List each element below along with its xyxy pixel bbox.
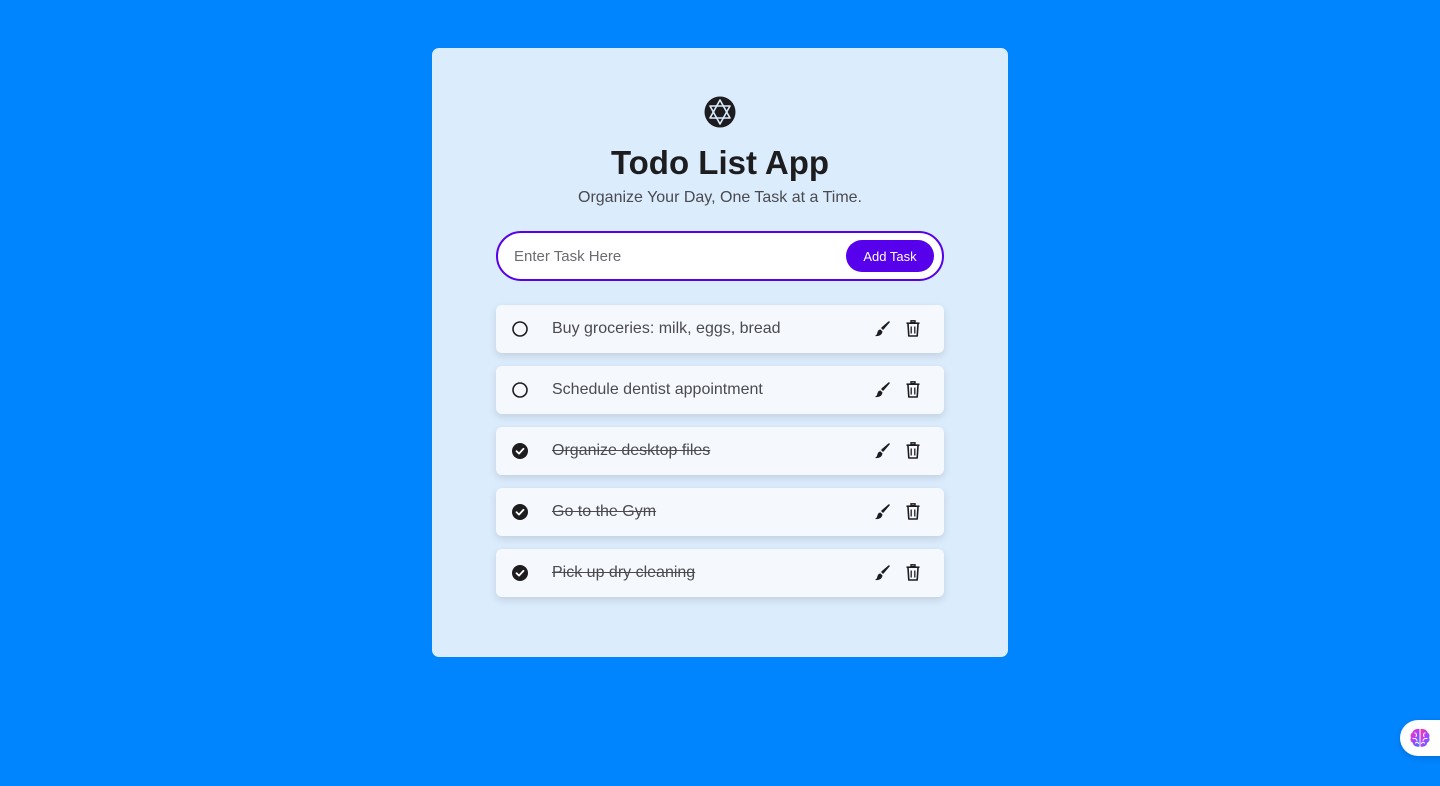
circle-icon[interactable] bbox=[512, 321, 528, 337]
trash-icon[interactable] bbox=[906, 381, 920, 398]
todo-card: Todo List App Organize Your Day, One Tas… bbox=[432, 48, 1008, 657]
paintbrush-icon[interactable] bbox=[874, 321, 890, 337]
assistant-button[interactable] bbox=[1400, 720, 1440, 756]
paintbrush-icon[interactable] bbox=[874, 504, 890, 520]
task-text: Go to the Gym bbox=[552, 503, 657, 520]
check-circle-icon[interactable] bbox=[512, 565, 528, 581]
task-text: Buy groceries: milk, eggs, bread bbox=[552, 320, 781, 337]
polyhedron-logo-icon bbox=[704, 96, 736, 128]
task-item: Schedule dentist appointment bbox=[496, 366, 944, 414]
circle-icon[interactable] bbox=[512, 382, 528, 398]
task-text: Schedule dentist appointment bbox=[552, 381, 763, 398]
task-input-container: Add Task bbox=[496, 231, 944, 281]
page-subtitle: Organize Your Day, One Task at a Time. bbox=[578, 189, 862, 206]
task-item: Organize desktop files bbox=[496, 427, 944, 475]
paintbrush-icon[interactable] bbox=[874, 382, 890, 398]
task-list: Buy groceries: milk, eggs, bread Schedul… bbox=[496, 305, 944, 610]
task-text: Organize desktop files bbox=[552, 442, 711, 459]
trash-icon[interactable] bbox=[906, 442, 920, 459]
paintbrush-icon[interactable] bbox=[874, 565, 890, 581]
trash-icon[interactable] bbox=[906, 564, 920, 581]
task-item: Pick up dry cleaning bbox=[496, 549, 944, 597]
task-text: Pick up dry cleaning bbox=[552, 564, 696, 581]
trash-icon[interactable] bbox=[906, 320, 920, 337]
task-item: Buy groceries: milk, eggs, bread bbox=[496, 305, 944, 353]
paintbrush-icon[interactable] bbox=[874, 443, 890, 459]
task-input[interactable] bbox=[514, 233, 834, 279]
task-item: Go to the Gym bbox=[496, 488, 944, 536]
page-title: Todo List App bbox=[610, 144, 830, 181]
brain-icon bbox=[1410, 728, 1430, 747]
trash-icon[interactable] bbox=[906, 503, 920, 520]
check-circle-icon[interactable] bbox=[512, 443, 528, 459]
check-circle-icon[interactable] bbox=[512, 504, 528, 520]
add-task-button[interactable]: Add Task bbox=[846, 240, 934, 272]
